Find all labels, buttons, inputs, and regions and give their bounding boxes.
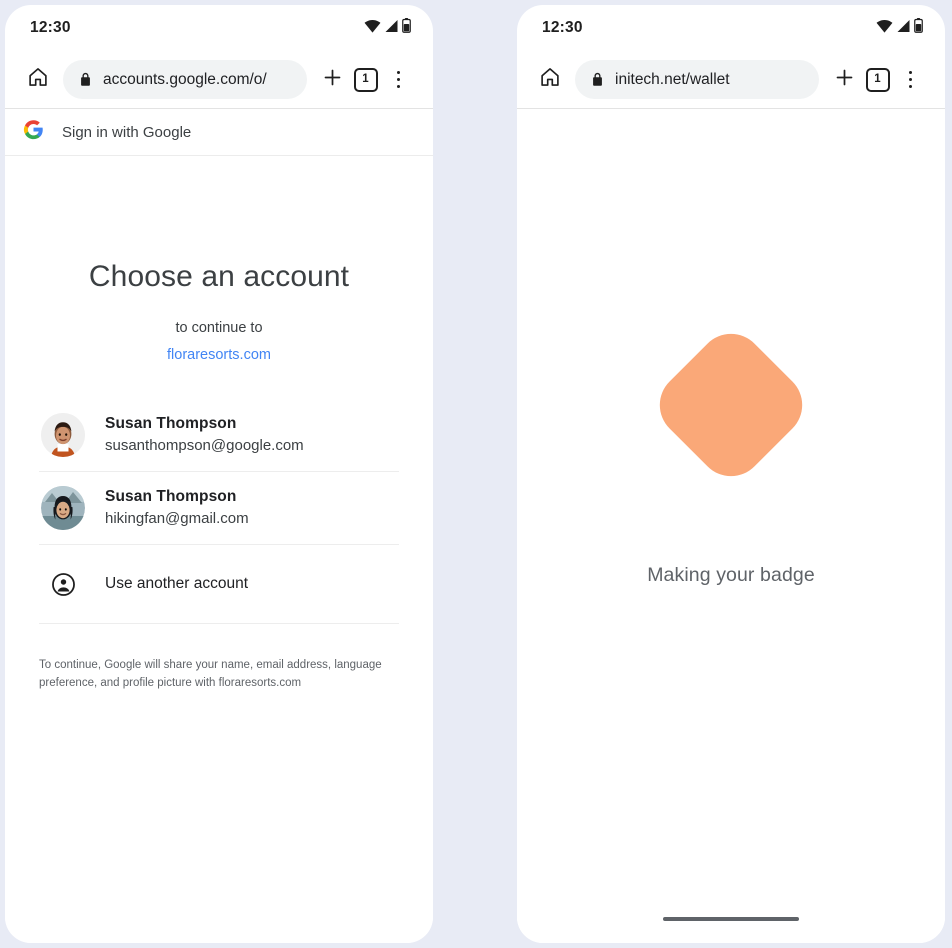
lock-icon [591,72,604,87]
home-icon [27,66,49,93]
overflow-menu-icon [908,70,913,89]
lock-icon [79,72,92,87]
loading-status-text: Making your badge [647,564,815,586]
status-icon-group [364,18,411,38]
battery-icon [402,18,411,38]
tab-switcher-button[interactable]: 1 [861,61,894,99]
home-button[interactable] [531,61,569,99]
page-title: Choose an account [88,260,350,293]
account-email: susanthompson@google.com [105,437,304,455]
home-indicator-bar [663,917,799,921]
google-g-logo [23,119,44,145]
right-phone-frame: 12:30 initech.net/wallet 1 Making your b… [517,5,945,943]
url-text: accounts.google.com/o/ [103,70,267,88]
google-signin-label: Sign in with Google [62,123,192,141]
status-time: 12:30 [30,19,71,36]
new-tab-button[interactable] [316,61,349,99]
phone-comparison-stage: 12:30 accounts.google.com/o/ 1 Sign in w… [0,0,952,948]
account-option-2[interactable]: Susan Thompson hikingfan@gmail.com [39,472,399,545]
account-option-1[interactable]: Susan Thompson susanthompson@google.com [39,398,399,472]
continue-to-label: to continue to [175,320,263,336]
status-icon-group [876,18,923,38]
new-tab-button[interactable] [828,61,861,99]
home-icon [539,66,561,93]
use-another-account-option[interactable]: Use another account [39,545,399,624]
right-status-bar: 12:30 [517,5,945,51]
cellular-signal-icon [896,19,911,38]
url-text: initech.net/wallet [615,70,730,88]
plus-icon [322,67,343,93]
account-name: Susan Thompson [105,415,237,433]
home-button[interactable] [19,61,57,99]
google-signin-header: Sign in with Google [5,109,433,156]
account-name: Susan Thompson [105,488,237,506]
battery-icon [914,18,923,38]
account-text: Susan Thompson susanthompson@google.com [105,413,304,457]
target-domain-link[interactable]: floraresorts.com [39,347,399,363]
cellular-signal-icon [384,19,399,38]
overflow-menu-icon [396,70,401,89]
address-bar[interactable]: accounts.google.com/o/ [63,60,307,99]
badge-loading-shape [646,320,816,490]
tab-count-badge: 1 [865,67,890,92]
account-circle-icon [41,562,85,606]
account-text: Susan Thompson hikingfan@gmail.com [105,486,249,530]
browser-menu-button[interactable] [894,61,927,99]
left-page-content: Sign in with Google Choose an account to… [5,109,433,943]
right-browser-toolbar: initech.net/wallet 1 [517,51,945,108]
account-chooser: Choose an account to continue to florare… [5,260,433,692]
address-bar[interactable]: initech.net/wallet [575,60,819,99]
wifi-icon [364,19,381,38]
status-time: 12:30 [542,19,583,36]
avatar [41,486,85,530]
tab-switcher-button[interactable]: 1 [349,61,382,99]
tab-count-badge: 1 [353,67,378,92]
use-another-account-label: Use another account [105,575,249,592]
browser-menu-button[interactable] [382,61,415,99]
account-list: Susan Thompson susanthompson@google.com [39,398,399,624]
left-status-bar: 12:30 [5,5,433,51]
wallet-loading-view: Making your badge [517,109,945,943]
account-email: hikingfan@gmail.com [105,510,249,528]
left-browser-toolbar: accounts.google.com/o/ 1 [5,51,433,108]
wifi-icon [876,19,893,38]
plus-icon [834,67,855,93]
consent-text: To continue, Google will share your name… [39,659,382,690]
avatar [41,413,85,457]
left-phone-frame: 12:30 accounts.google.com/o/ 1 Sign in w… [5,5,433,943]
right-page-content: Making your badge [517,109,945,943]
